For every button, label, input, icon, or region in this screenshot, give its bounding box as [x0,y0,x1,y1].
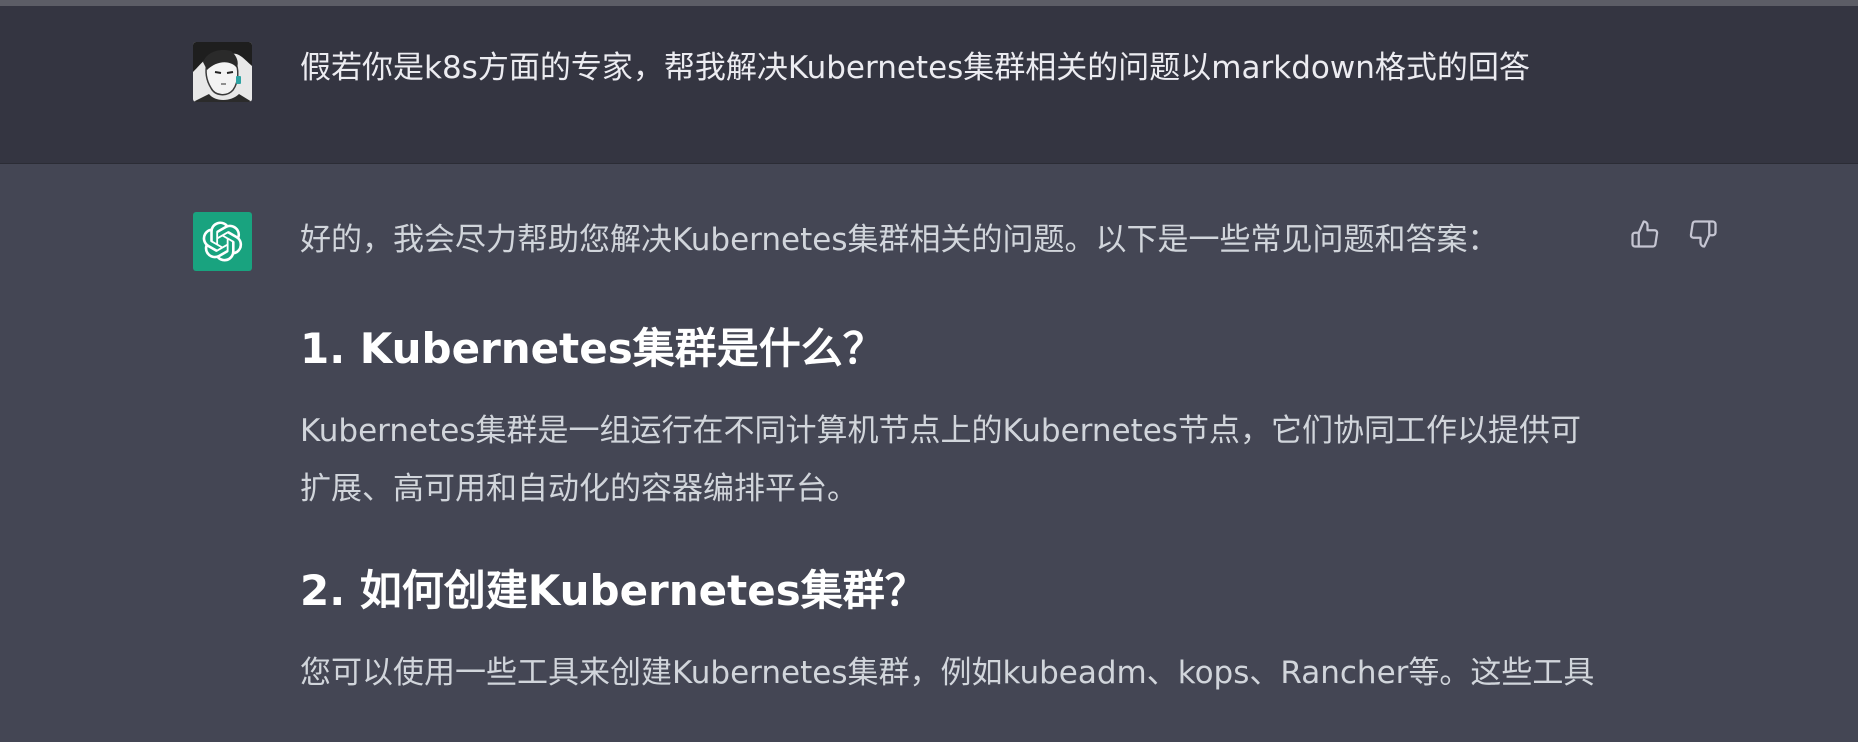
section-paragraph: 您可以使用一些工具来创建Kubernetes集群，例如kubeadm、kops、… [300,655,1595,691]
user-message-row: 假若你是k8s方面的专家，帮我解决Kubernetes集群相关的问题以markd… [0,6,1858,164]
user-avatar-image [193,42,252,102]
thumbs-up-icon[interactable] [1627,216,1663,252]
assistant-message-row: 好的，我会尽力帮助您解决Kubernetes集群相关的问题。以下是一些常见问题和… [0,164,1858,742]
section-paragraph: Kubernetes集群是一组运行在不同计算机节点上的Kubernetes节点，… [300,413,1581,507]
user-message-text: 假若你是k8s方面的专家，帮我解决Kubernetes集群相关的问题以markd… [300,50,1530,86]
openai-logo-icon [193,212,252,271]
user-avatar [193,42,252,102]
section-heading: 2. 如何创建Kubernetes集群？ [300,566,927,615]
section-heading: 1. Kubernetes集群是什么？ [300,324,885,373]
assistant-intro-text: 好的，我会尽力帮助您解决Kubernetes集群相关的问题。以下是一些常见问题和… [300,222,1499,258]
thumbs-down-icon[interactable] [1685,216,1721,252]
assistant-message-content: 好的，我会尽力帮助您解决Kubernetes集群相关的问题。以下是一些常见问题和… [300,215,1600,702]
chat-page: 假若你是k8s方面的专家，帮我解决Kubernetes集群相关的问题以markd… [0,0,1858,742]
